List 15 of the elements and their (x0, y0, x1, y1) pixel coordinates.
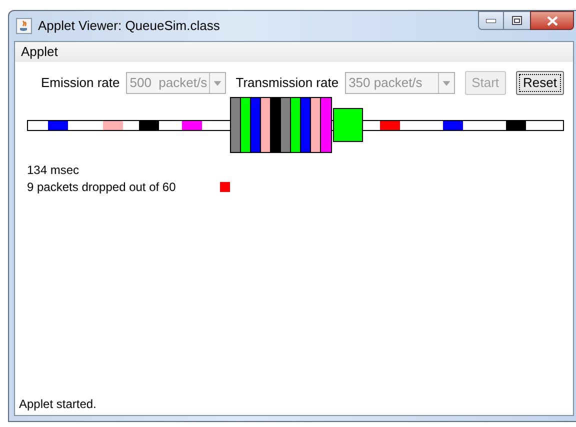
stat-text: 9 packets dropped out of 60 (27, 179, 176, 196)
window-title: Applet Viewer: QueueSim.class (38, 17, 220, 36)
maximize-icon (512, 16, 522, 25)
close-button[interactable] (530, 11, 574, 30)
minimize-button[interactable] (478, 11, 504, 30)
menu-item[interactable]: Applet (21, 42, 58, 62)
combo-label: Emission rate (41, 74, 120, 92)
status-text: Applet started. (19, 396, 96, 413)
combo-label: Transmission rate (236, 74, 339, 92)
maximize-button[interactable] (504, 11, 530, 30)
action-button[interactable]: Reset (516, 71, 564, 95)
close-icon (546, 16, 558, 26)
minimize-icon (486, 18, 496, 22)
stat-text: 134 msec (27, 162, 80, 179)
java-cup-icon (16, 18, 32, 34)
